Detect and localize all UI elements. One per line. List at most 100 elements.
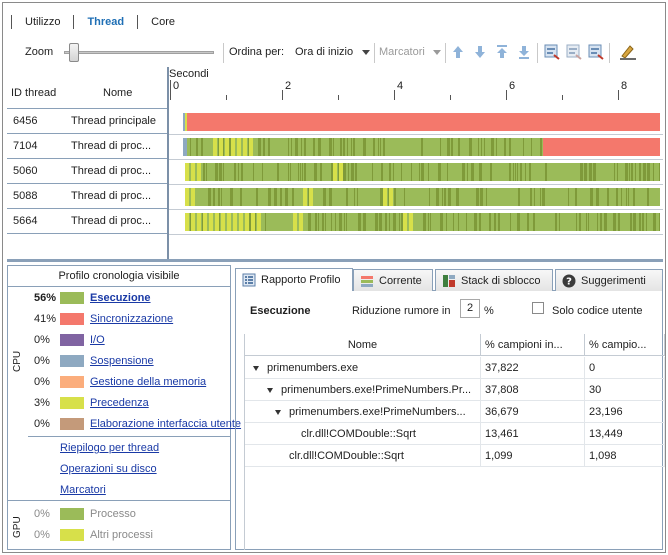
toolbar-separator [374, 43, 375, 63]
legend-percent: 0% [34, 334, 50, 346]
tab-utilizzo[interactable]: Utilizzo [12, 15, 73, 29]
legend-label[interactable]: Precedenza [90, 397, 149, 409]
markers-select[interactable]: Marcatori [379, 46, 425, 58]
tab-suggestions[interactable]: ? Suggerimenti [555, 269, 663, 291]
column-header-exclusive[interactable]: % campio... [585, 334, 665, 356]
thread-name: Thread di proc... [71, 190, 152, 202]
row-inclusive: 13,461 [485, 423, 585, 445]
move-top-icon[interactable] [493, 43, 511, 61]
sort-select[interactable]: Ora di inizio [295, 46, 353, 58]
row-inclusive: 37,822 [485, 357, 585, 379]
toolbar: Zoom Ordina per: Ora di inizio Marcatori [7, 40, 663, 66]
zoom-slider-track[interactable] [64, 51, 214, 54]
link-thread-summary[interactable]: Riepilogo per thread [60, 442, 159, 454]
view-tabs: Utilizzo Thread Core [11, 15, 188, 29]
row-name: clr.dll!COMDouble::Sqrt [289, 445, 481, 467]
legend-percent: 0% [34, 529, 50, 541]
legend-execution[interactable]: 56% Esecuzione [34, 290, 151, 306]
column-header-name[interactable]: Nome [103, 87, 132, 99]
call-tree-table: Nome % campioni in... % campio... primen… [244, 334, 665, 550]
thread-row-label[interactable]: 6456 Thread principale [7, 109, 167, 134]
thread-activity-bar[interactable] [183, 188, 660, 206]
legend-label[interactable]: Sincronizzazione [90, 313, 173, 325]
legend-synchronization[interactable]: 41% Sincronizzazione [34, 311, 173, 327]
row-exclusive: 30 [589, 379, 665, 401]
row-exclusive: 1,098 [589, 445, 665, 467]
ui-processing-swatch [60, 418, 84, 430]
report-panel: Rapporto Profilo Corrente Stack di sbloc… [235, 265, 665, 550]
legend-percent: 0% [34, 376, 50, 388]
legend-memory-management[interactable]: 0% Gestione della memoria [34, 374, 206, 390]
thread-row-label[interactable]: 5060 Thread di proc... [7, 159, 167, 184]
move-up-icon[interactable] [449, 43, 467, 61]
legend-label[interactable]: Gestione della memoria [90, 376, 206, 388]
legend-label[interactable]: I/O [90, 334, 105, 346]
column-header-thread-id[interactable]: ID thread [11, 87, 56, 99]
table-row[interactable]: clr.dll!COMDouble::Sqrt 13,461 13,449 [245, 423, 665, 445]
thread-activity-bar[interactable] [183, 163, 660, 181]
expand-triangle-icon[interactable] [267, 387, 273, 393]
legend-label[interactable]: Elaborazione interfaccia utente [90, 418, 241, 430]
ruler-tick [618, 90, 619, 100]
zoom-label: Zoom [25, 46, 54, 58]
legend-label[interactable]: Sospensione [90, 355, 154, 367]
expand-triangle-icon[interactable] [275, 409, 281, 415]
thread-name: Thread di proc... [71, 165, 152, 177]
move-bottom-icon[interactable] [515, 43, 533, 61]
toolbar-separator [609, 43, 610, 63]
link-markers[interactable]: Marcatori [60, 484, 106, 496]
markers-dropdown-chevron-icon[interactable] [433, 50, 441, 55]
tab-thread[interactable]: Thread [74, 15, 137, 29]
ruler-tick [338, 95, 339, 100]
column-header-inclusive[interactable]: % campioni in... [481, 334, 585, 356]
noise-reduction-input[interactable]: 2 [460, 299, 480, 318]
table-row[interactable]: primenumbers.exe 37,822 0 [245, 357, 665, 379]
ruler-tick [282, 90, 283, 100]
tab-current[interactable]: Corrente [353, 269, 433, 291]
thread-row-label[interactable]: 5664 Thread di proc... [7, 209, 167, 234]
thread-activity-bar[interactable] [183, 138, 660, 156]
tab-label: Rapporto Profilo [261, 274, 341, 286]
move-down-icon[interactable] [471, 43, 489, 61]
svg-text:?: ? [566, 276, 572, 287]
thread-activity-bar[interactable] [183, 213, 660, 231]
tab-unblock-stack[interactable]: Stack di sblocco [435, 269, 553, 291]
timeline-splitter[interactable] [167, 67, 169, 262]
report-body: Esecuzione Riduzione rumore in 2 % Solo … [235, 291, 665, 550]
thread-activity-bar-main[interactable] [183, 113, 660, 131]
thread-row-label[interactable]: 5088 Thread di proc... [7, 184, 167, 209]
tab-profile-report[interactable]: Rapporto Profilo [235, 268, 353, 291]
time-ruler: 0 2 4 6 8 [170, 80, 663, 100]
zoom-slider-thumb[interactable] [69, 43, 79, 62]
export-alt-icon[interactable] [565, 43, 583, 61]
unblock-stack-icon [442, 274, 456, 288]
only-user-code-checkbox[interactable] [532, 302, 544, 314]
legend-label: Altri processi [90, 529, 153, 541]
ruler-tick [450, 95, 451, 100]
gpu-section-label: GPU [12, 516, 23, 538]
gpu-section-divider [8, 500, 230, 501]
column-header-name[interactable]: Nome [245, 334, 481, 356]
export-icon[interactable] [543, 43, 561, 61]
legend-label[interactable]: Esecuzione [90, 292, 151, 304]
legend-io[interactable]: 0% I/O [34, 332, 105, 348]
sort-dropdown-chevron-icon[interactable] [362, 50, 370, 55]
report-tabs: Rapporto Profilo Corrente Stack di sbloc… [235, 267, 663, 291]
link-disk-operations[interactable]: Operazioni su disco [60, 463, 157, 475]
legend-ui-processing[interactable]: 0% Elaborazione interfaccia utente [34, 416, 241, 432]
legend-gpu-other-processes[interactable]: 0% Altri processi [34, 527, 153, 543]
toolbar-separator [445, 43, 446, 63]
thread-name: Thread di proc... [71, 215, 152, 227]
highlight-icon[interactable] [619, 43, 637, 61]
legend-sleep[interactable]: 0% Sospensione [34, 353, 154, 369]
legend-gpu-process[interactable]: 0% Processo [34, 506, 136, 522]
table-row[interactable]: clr.dll!COMDouble::Sqrt 1,099 1,098 [245, 445, 665, 467]
table-row[interactable]: primenumbers.exe!PrimeNumbers... 36,679 … [245, 401, 665, 423]
legend-percent: 0% [34, 508, 50, 520]
export-selected-icon[interactable] [587, 43, 605, 61]
table-row[interactable]: primenumbers.exe!PrimeNumbers.Pr... 37,8… [245, 379, 665, 401]
thread-row-label[interactable]: 7104 Thread di proc... [7, 134, 167, 159]
legend-preemption[interactable]: 3% Precedenza [34, 395, 149, 411]
tab-core[interactable]: Core [138, 15, 188, 29]
expand-triangle-icon[interactable] [253, 365, 259, 371]
